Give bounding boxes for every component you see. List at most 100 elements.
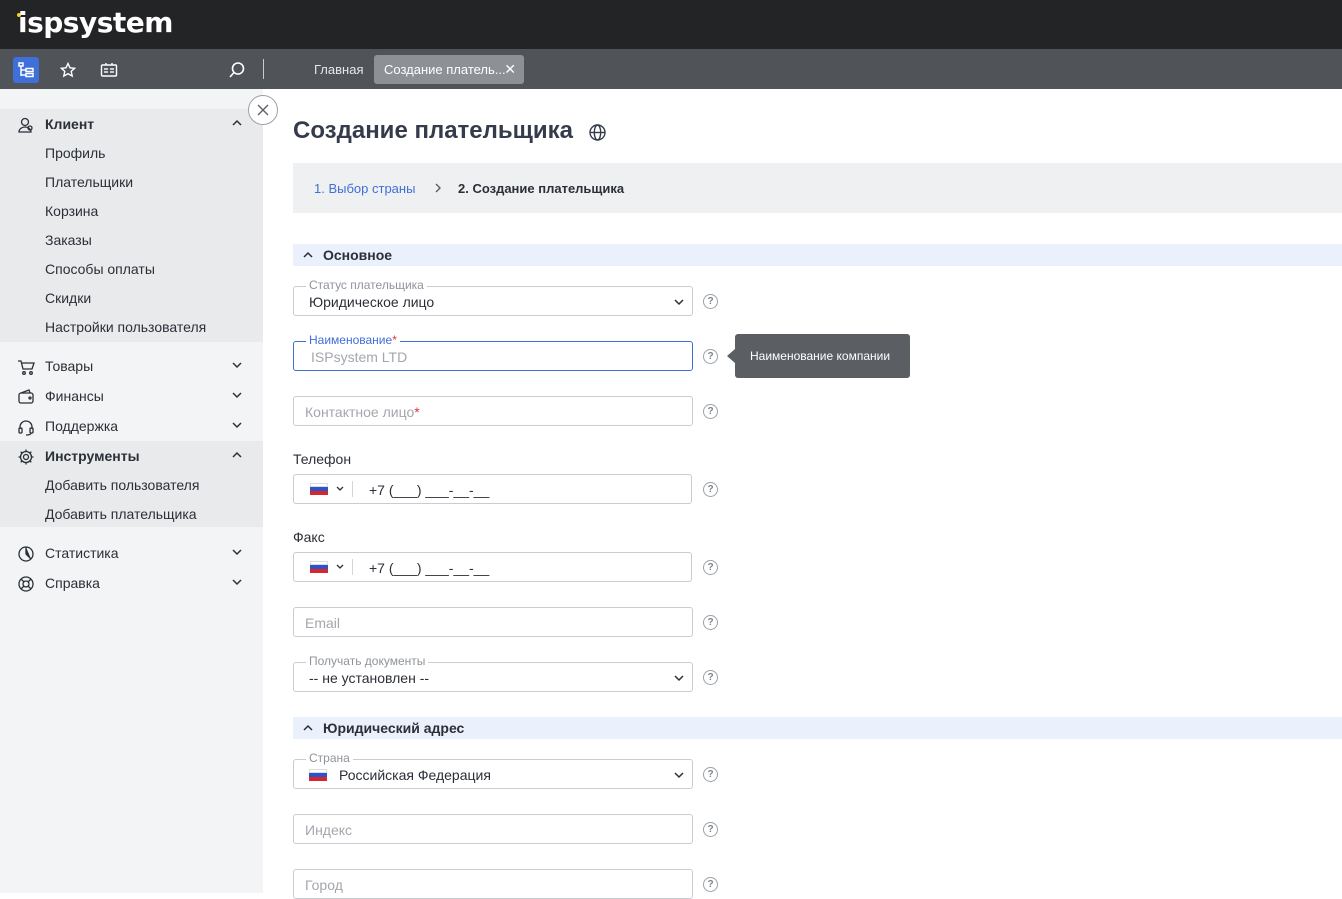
receive-documents-select[interactable]: Получать документы -- не установлен --	[293, 654, 693, 692]
close-icon[interactable]: ✕	[504, 55, 516, 84]
sidebar-item-help[interactable]: Справка	[0, 568, 263, 598]
section-legal-address[interactable]: Юридический адрес	[293, 717, 1342, 739]
help-icon[interactable]: ?	[703, 877, 718, 892]
tab-create-payer[interactable]: Создание платель... ✕	[374, 55, 524, 84]
help-icon[interactable]: ?	[703, 482, 718, 497]
phone-value: +7 (___) ___-__-__	[369, 482, 490, 498]
contact-person-input[interactable]: Контактное лицо*	[293, 396, 693, 426]
star-icon[interactable]	[55, 57, 81, 83]
russia-flag-icon	[309, 769, 327, 781]
dashboard-icon[interactable]	[96, 57, 122, 83]
chevron-up-icon	[232, 451, 242, 458]
fax-divider	[352, 559, 353, 575]
logo[interactable]: ispsystem	[18, 6, 173, 39]
sidebar-group-tools: Инструменты Добавить пользователя Добави…	[0, 441, 263, 527]
lifebuoy-icon	[18, 576, 34, 592]
globe-icon[interactable]	[588, 123, 607, 142]
sidebar-group-finance: Финансы	[0, 381, 263, 411]
sidebar-item-user-settings[interactable]: Настройки пользователя	[0, 313, 263, 342]
fax-input[interactable]: +7 (___) ___-__-__	[293, 552, 692, 582]
chevron-down-icon	[232, 579, 242, 586]
postal-index-placeholder: Индекс	[305, 822, 353, 838]
sidebar: Клиент Профиль Плательщики Корзина Заказ…	[0, 89, 263, 893]
sidebar-item-tools[interactable]: Инструменты	[0, 441, 263, 471]
headset-icon	[18, 420, 34, 436]
chevron-down-icon	[232, 549, 242, 556]
sidebar-group-statistics: Статистика	[0, 538, 263, 568]
name-label: Наименование*	[306, 333, 400, 347]
tab-home[interactable]: Главная	[306, 56, 371, 84]
toolbar	[0, 49, 1342, 89]
country-select[interactable]: Страна Российская Федерация	[293, 751, 693, 789]
phone-input[interactable]: +7 (___) ___-__-__	[293, 474, 692, 504]
cart-icon	[18, 360, 35, 375]
help-icon[interactable]: ?	[703, 404, 718, 419]
menu-tree-icon[interactable]	[13, 57, 39, 83]
fax-label: Факс	[293, 529, 325, 545]
top-bar: ispsystem	[0, 0, 1342, 49]
chevron-down-icon	[674, 299, 684, 306]
country-label: Страна	[306, 751, 353, 765]
sidebar-item-discounts[interactable]: Скидки	[0, 284, 263, 313]
wallet-icon	[18, 389, 34, 404]
help-icon[interactable]: ?	[703, 560, 718, 575]
payer-status-select[interactable]: Статус плательщика Юридическое лицо	[293, 278, 693, 316]
help-icon[interactable]: ?	[703, 615, 718, 630]
postal-index-input[interactable]: Индекс	[293, 814, 693, 844]
email-input[interactable]: Email	[293, 607, 693, 637]
chevron-down-icon	[232, 422, 242, 429]
sidebar-item-products[interactable]: Товары	[0, 351, 263, 381]
contact-person-placeholder: Контактное лицо*	[305, 404, 420, 420]
chevron-down-icon	[336, 564, 344, 569]
tab-label: Создание платель...	[384, 62, 506, 77]
sidebar-group-help: Справка	[0, 568, 263, 598]
russia-flag-icon[interactable]	[310, 483, 328, 495]
section-basic[interactable]: Основное	[293, 244, 1342, 266]
chevron-down-icon	[232, 392, 242, 399]
city-placeholder: Город	[305, 877, 343, 893]
payer-status-label: Статус плательщика	[306, 278, 427, 292]
sidebar-item-add-payer[interactable]: Добавить плательщика	[0, 500, 263, 529]
sidebar-item-finance[interactable]: Финансы	[0, 381, 263, 411]
pie-chart-icon	[18, 546, 34, 562]
phone-label: Телефон	[293, 451, 352, 467]
sidebar-item-orders[interactable]: Заказы	[0, 226, 263, 255]
chevron-up-icon	[303, 724, 313, 731]
sidebar-item-payment-methods[interactable]: Способы оплаты	[0, 255, 263, 284]
tooltip: Наименование компании	[727, 334, 910, 378]
city-input[interactable]: Город	[293, 869, 693, 899]
chevron-up-icon	[303, 251, 313, 258]
chevron-down-icon	[336, 486, 344, 491]
sidebar-group-client: Клиент Профиль Плательщики Корзина Заказ…	[0, 109, 263, 342]
sidebar-item-cart[interactable]: Корзина	[0, 197, 263, 226]
sidebar-group-products: Товары	[0, 351, 263, 381]
sidebar-item-support[interactable]: Поддержка	[0, 411, 263, 441]
fax-value: +7 (___) ___-__-__	[369, 560, 490, 576]
toolbar-divider	[263, 59, 264, 79]
sidebar-item-payers[interactable]: Плательщики	[0, 168, 263, 197]
name-input[interactable]: Наименование* ISPsystem LTD	[293, 333, 693, 371]
sidebar-collapse-button[interactable]	[248, 95, 278, 125]
help-icon[interactable]: ?	[703, 294, 718, 309]
russia-flag-icon[interactable]	[310, 561, 328, 573]
step-country-select[interactable]: 1. Выбор страны	[314, 181, 415, 196]
help-icon[interactable]: ?	[703, 349, 718, 364]
close-icon	[257, 104, 269, 116]
chevron-up-icon	[232, 119, 242, 126]
sidebar-item-client[interactable]: Клиент	[0, 109, 263, 139]
receive-documents-value: -- не установлен --	[309, 670, 430, 686]
search-icon[interactable]	[224, 57, 250, 83]
sidebar-item-statistics[interactable]: Статистика	[0, 538, 263, 568]
receive-documents-label: Получать документы	[306, 654, 429, 668]
help-icon[interactable]: ?	[703, 822, 718, 837]
phone-divider	[352, 481, 353, 497]
chevron-right-icon	[435, 183, 441, 193]
help-icon[interactable]: ?	[703, 670, 718, 685]
section-basic-label: Основное	[323, 247, 393, 263]
sidebar-item-add-user[interactable]: Добавить пользователя	[0, 471, 263, 500]
sidebar-item-profile[interactable]: Профиль	[0, 139, 263, 168]
step-create-payer: 2. Создание плательщика	[458, 181, 625, 196]
chevron-down-icon	[674, 772, 684, 779]
payer-status-value: Юридическое лицо	[309, 294, 435, 310]
help-icon[interactable]: ?	[703, 767, 718, 782]
